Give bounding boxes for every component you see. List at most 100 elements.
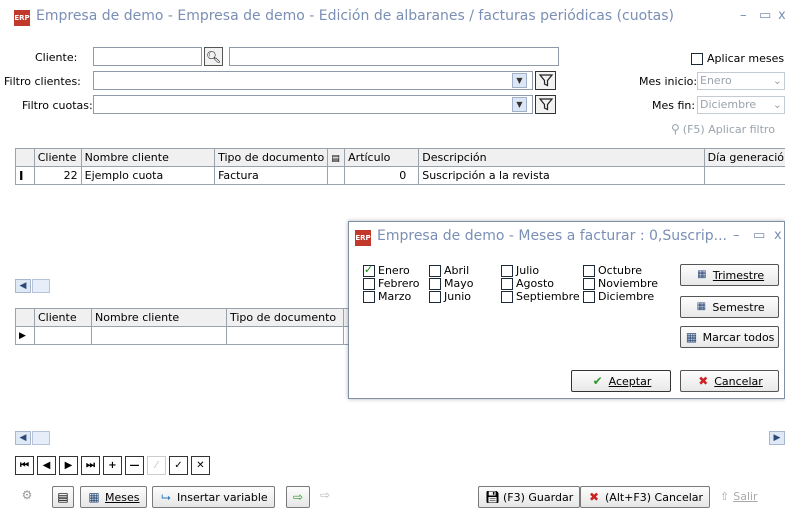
column-header-icon[interactable]: ▤ xyxy=(327,148,346,167)
table-cell[interactable]: 22 xyxy=(33,166,82,185)
aplicar-meses-checkbox[interactable]: Aplicar meses xyxy=(691,52,784,65)
month-checkbox-diciembre[interactable]: Diciembre xyxy=(583,290,673,303)
scroll-left-icon[interactable]: ◀ xyxy=(15,431,31,445)
guardar-button[interactable]: 💾︎ (F3) Guardar xyxy=(478,486,581,508)
search-cliente-button[interactable]: 🔍︎ xyxy=(204,47,223,66)
mes-fin-label: Mes fin: xyxy=(652,99,696,112)
table-cell[interactable] xyxy=(91,326,227,345)
delete-record-button[interactable]: — xyxy=(125,456,144,475)
mes-fin-select[interactable]: Diciembre ⌄ xyxy=(697,96,785,114)
trimestre-button[interactable]: ▦ Trimestre xyxy=(680,264,779,286)
month-checkbox-noviembre[interactable]: Noviembre xyxy=(583,277,673,290)
scroll-thumb[interactable] xyxy=(32,431,50,445)
month-check[interactable] xyxy=(363,277,375,290)
table-cell[interactable] xyxy=(226,326,344,345)
table-cell[interactable]: Ejemplo cuota xyxy=(80,166,216,185)
column-header[interactable]: Cliente xyxy=(33,148,82,167)
aplicar-meses-check[interactable] xyxy=(691,52,703,65)
month-checkbox-marzo[interactable]: Marzo xyxy=(363,290,429,303)
minimize-button[interactable]: – xyxy=(740,8,747,23)
month-check[interactable] xyxy=(429,277,441,290)
month-checkbox-enero[interactable]: Enero xyxy=(363,263,429,277)
scroll-right-icon[interactable]: ▶ xyxy=(769,431,785,445)
column-header[interactable]: Tipo de documento xyxy=(226,308,344,327)
filtro-cuotas-dropdown[interactable]: ▼ xyxy=(512,97,527,112)
cancelar-button[interactable]: ✖ (Alt+F3) Cancelar xyxy=(580,486,711,508)
month-check[interactable] xyxy=(363,290,375,303)
month-check[interactable] xyxy=(583,264,595,277)
prior-record-button[interactable]: ◀ xyxy=(37,456,56,475)
mes-inicio-select[interactable]: Enero ⌄ xyxy=(697,72,785,90)
last-record-button[interactable]: ⏭ xyxy=(81,456,100,475)
disabled-action-icon[interactable]: ⇨ xyxy=(318,488,332,502)
table-row[interactable]: I 22 Ejemplo cuota Factura 0 Suscripción… xyxy=(15,166,785,185)
aplicar-filtro-button[interactable]: ⚲ (F5) Aplicar filtro xyxy=(671,122,775,136)
month-checkbox-abril[interactable]: Abril xyxy=(429,264,501,277)
cliente-name-input[interactable] xyxy=(229,47,559,66)
insert-record-button[interactable]: + xyxy=(103,456,122,475)
first-record-button[interactable]: ⏮ xyxy=(15,456,34,475)
month-checkbox-agosto[interactable]: Agosto xyxy=(501,277,583,290)
close-button[interactable]: x xyxy=(778,8,785,23)
title-bar: ERP Empresa de demo - Empresa de demo - … xyxy=(0,0,785,34)
month-check[interactable] xyxy=(583,290,595,303)
post-record-button[interactable]: ✓ xyxy=(169,456,188,475)
dialog-close-button[interactable]: x xyxy=(774,228,782,243)
filtro-clientes-input[interactable] xyxy=(93,71,533,90)
filtro-cuotas-input[interactable] xyxy=(93,95,533,114)
month-checkbox-septiembre[interactable]: Septiembre xyxy=(501,290,583,303)
cliente-code-input[interactable] xyxy=(93,47,202,66)
scroll-left-icon[interactable]: ◀ xyxy=(15,279,31,293)
month-check[interactable] xyxy=(429,290,441,303)
table-cell[interactable]: 0 xyxy=(344,166,420,185)
month-check[interactable] xyxy=(429,264,441,277)
calendar-3-icon: ▦ xyxy=(697,269,707,280)
edit-record-button[interactable]: ⁄ xyxy=(147,456,166,475)
month-checkbox-febrero[interactable]: Febrero xyxy=(363,277,429,290)
column-header[interactable]: Día generación xyxy=(703,148,785,167)
month-check[interactable] xyxy=(501,264,513,277)
scroll-thumb[interactable] xyxy=(32,279,50,293)
marcar-todos-button[interactable]: ▦ Marcar todos xyxy=(680,326,779,348)
dialog-cancelar-button[interactable]: ✖ Cancelar xyxy=(680,370,779,392)
cancel-record-button[interactable]: ✕ xyxy=(191,456,210,475)
table-row[interactable]: ▶ xyxy=(15,326,350,345)
salir-button[interactable]: ⇧ Salir xyxy=(720,490,758,503)
column-header[interactable]: Cliente xyxy=(34,308,92,327)
export-button[interactable]: ⇨ xyxy=(286,486,310,508)
mes-inicio-label: Mes inicio: xyxy=(639,75,698,88)
month-checkbox-octubre[interactable]: Octubre xyxy=(583,264,673,277)
next-record-button[interactable]: ▶ xyxy=(59,456,78,475)
semestre-button[interactable]: ▦ Semestre xyxy=(680,296,779,318)
column-header[interactable]: Artículo xyxy=(344,148,420,167)
table-cell[interactable]: Suscripción a la revista xyxy=(418,166,705,185)
table-cell[interactable] xyxy=(703,166,785,185)
filtro-clientes-filter-button[interactable] xyxy=(535,71,556,90)
dialog-maximize-button[interactable]: ▭ xyxy=(753,228,765,243)
table-cell[interactable]: Factura xyxy=(214,166,329,185)
table-cell[interactable] xyxy=(327,166,346,185)
dialog-minimize-button[interactable]: – xyxy=(733,228,740,243)
month-checkbox-julio[interactable]: Julio xyxy=(501,264,583,277)
maximize-button[interactable]: ▭ xyxy=(759,8,771,23)
month-checkbox-mayo[interactable]: Mayo xyxy=(429,277,501,290)
meses-button[interactable]: ▦ Meses xyxy=(80,486,147,508)
meses-label: Meses xyxy=(105,490,140,504)
month-check[interactable] xyxy=(501,290,513,303)
list-button[interactable]: ▤ xyxy=(52,486,74,508)
column-header[interactable]: Nombre cliente xyxy=(91,308,227,327)
month-check[interactable] xyxy=(501,277,513,290)
table-cell[interactable] xyxy=(34,326,92,345)
column-header[interactable]: Nombre cliente xyxy=(80,148,216,167)
month-check[interactable] xyxy=(363,263,375,277)
month-check[interactable] xyxy=(583,277,595,290)
bottom-grid-scrollbar[interactable]: ◀ ▶ xyxy=(15,430,785,446)
filtro-clientes-dropdown[interactable]: ▼ xyxy=(512,73,527,88)
filtro-cuotas-filter-button[interactable] xyxy=(535,95,556,114)
aceptar-button[interactable]: ✔ Aceptar xyxy=(571,370,671,392)
column-header[interactable]: Tipo de documento xyxy=(214,148,329,167)
insertar-variable-button[interactable]: ⮡ Insertar variable xyxy=(152,486,275,508)
column-header[interactable]: Descripción xyxy=(418,148,705,167)
paint-icon[interactable]: ⚙ xyxy=(20,488,34,502)
month-checkbox-junio[interactable]: Junio xyxy=(429,290,501,303)
